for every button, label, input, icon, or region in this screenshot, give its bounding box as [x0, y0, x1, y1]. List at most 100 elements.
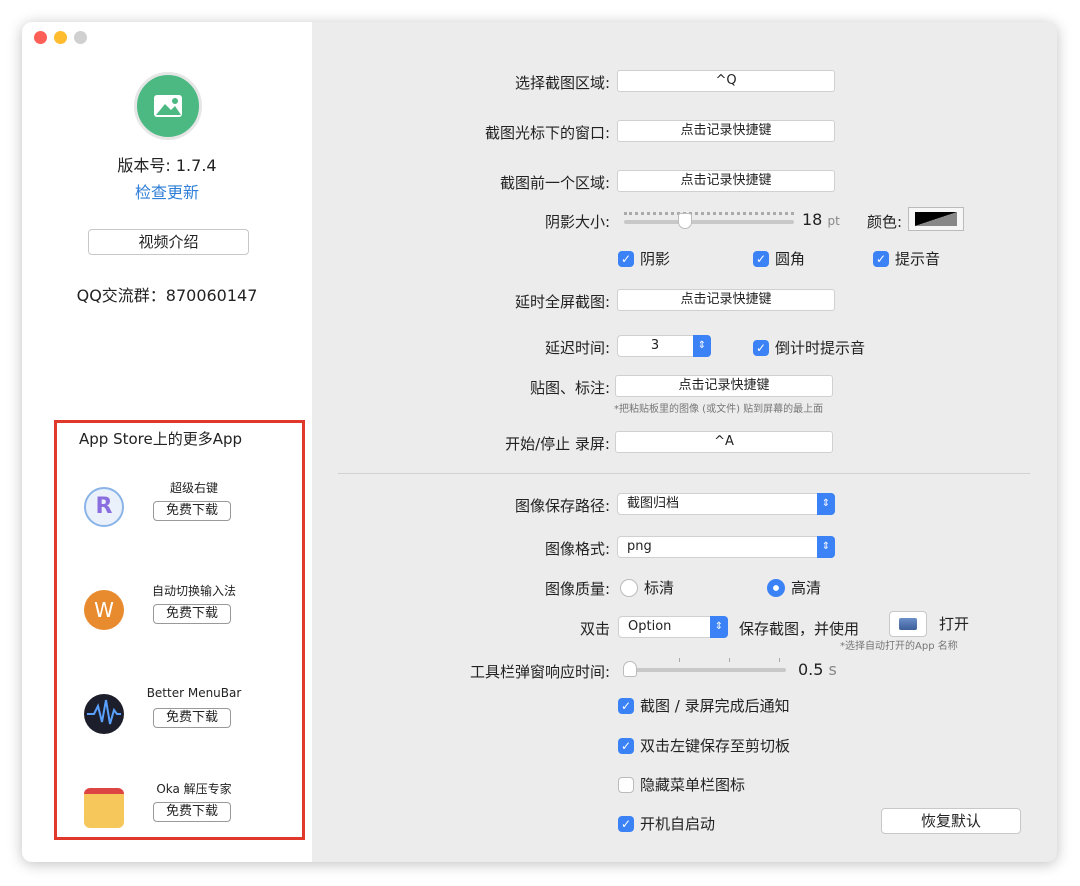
checkbox-label: 阴影 [640, 250, 671, 268]
countdown-sound-checkbox[interactable]: ✓ 倒计时提示音 [753, 337, 865, 358]
zoom-button[interactable] [74, 31, 87, 44]
shadow-size-value: 18 [802, 210, 823, 229]
download-button[interactable]: 免费下载 [153, 501, 231, 521]
copy-clipboard-checkbox[interactable]: ✓ 双击左键保存至剪切板 [618, 735, 790, 756]
download-button[interactable]: 免费下载 [153, 604, 231, 624]
quality-sd-radio[interactable]: 标清 [620, 577, 674, 598]
tick [779, 658, 780, 662]
shadow-checkbox[interactable]: ✓ 阴影 [618, 248, 670, 269]
quality-label: 图像质量: [544, 580, 610, 598]
input-switcher-icon: W [84, 590, 124, 630]
checkbox-label: 提示音 [895, 250, 941, 268]
save-path-label: 图像保存路径: [514, 497, 610, 515]
window-under-cursor-label: 截图光标下的窗口: [484, 124, 610, 142]
radio-label: 标清 [644, 579, 675, 597]
format-value: png [627, 539, 652, 554]
divider [338, 473, 1030, 474]
save-path-select[interactable]: 截图归档 ⇕ [617, 493, 835, 515]
toolbar-delay-label: 工具栏弹窗响应时间: [469, 663, 610, 681]
checkbox-icon: ✓ [618, 737, 634, 754]
stepper-icon: ⇕ [710, 616, 728, 638]
checkbox-label: 隐藏菜单栏图标 [640, 776, 746, 794]
app-item: Oka 解压专家 免费下载 [84, 780, 304, 850]
download-button[interactable]: 免费下载 [153, 708, 231, 728]
shadow-ticks [624, 212, 794, 216]
color-well[interactable] [908, 207, 964, 231]
format-label: 图像格式: [544, 540, 610, 558]
toolbar-delay-unit: s [828, 660, 837, 679]
checkbox-label: 开机自启动 [640, 815, 716, 833]
radio-icon [767, 578, 785, 597]
checkbox-icon: ✓ [618, 815, 634, 832]
pin-note: *把粘贴板里的图像 (或文件) 贴到屏幕的最上面 [614, 404, 824, 415]
version-label: 版本号: 1.7.4 [117, 156, 217, 175]
checkbox-icon: ✓ [753, 339, 769, 356]
double-click-key-value: Option [628, 619, 672, 634]
restore-defaults-button[interactable]: 恢复默认 [881, 808, 1021, 834]
pin-label: 贴图、标注: [529, 379, 610, 397]
app-window: 版本号: 1.7.4 检查更新 视频介绍 QQ交流群：870060147 App… [22, 22, 1057, 862]
pin-shortcut[interactable]: 点击记录快捷键 [615, 375, 833, 397]
app-picker-icon [899, 618, 917, 630]
record-label: 开始/停止 录屏: [505, 435, 610, 453]
delayed-fullscreen-label: 延时全屏截图: [514, 293, 610, 311]
check-update-link[interactable]: 检查更新 [22, 179, 312, 203]
double-click-text: 保存截图，并使用 [739, 620, 860, 638]
checkbox-icon: ✓ [618, 697, 634, 714]
rounded-corner-checkbox[interactable]: ✓ 圆角 [753, 248, 805, 269]
select-area-shortcut[interactable]: ^Q [617, 70, 835, 92]
minimize-button[interactable] [54, 31, 67, 44]
format-select[interactable]: png ⇕ [617, 536, 835, 558]
color-label: 颜色: [867, 213, 903, 231]
double-click-key-select[interactable]: Option ⇕ [618, 616, 728, 638]
oka-unzip-icon [84, 788, 124, 828]
video-intro-button[interactable]: 视频介绍 [88, 229, 249, 255]
download-button[interactable]: 免费下载 [153, 802, 231, 822]
close-button[interactable] [34, 31, 47, 44]
shadow-size-slider[interactable] [624, 220, 794, 224]
sound-checkbox[interactable]: ✓ 提示音 [873, 248, 940, 269]
previous-area-label: 截图前一个区域: [499, 174, 610, 192]
select-area-label: 选择截图区域: [514, 74, 610, 92]
better-menubar-icon [84, 694, 124, 734]
app-item: Better MenuBar 免费下载 [84, 686, 304, 756]
shadow-size-label: 阴影大小: [544, 213, 610, 231]
tick [729, 658, 730, 662]
toolbar-delay-slider[interactable] [624, 668, 786, 672]
double-click-label: 双击 [579, 620, 610, 638]
previous-area-shortcut[interactable]: 点击记录快捷键 [617, 170, 835, 192]
stepper-icon: ⇕ [693, 335, 711, 357]
tick [679, 658, 680, 662]
delay-time-label: 延迟时间: [544, 339, 610, 357]
checkbox-label: 双击左键保存至剪切板 [640, 737, 791, 755]
app-name: 自动切换输入法 [151, 584, 236, 598]
app-item: R 超级右键 免费下载 [84, 479, 304, 549]
delay-time-select[interactable]: 3 ⇕ [617, 335, 711, 357]
choose-app-button[interactable] [889, 611, 927, 637]
shadow-slider-thumb[interactable] [678, 213, 692, 229]
delayed-fullscreen-shortcut[interactable]: 点击记录快捷键 [617, 289, 835, 311]
checkbox-icon: ✓ [873, 250, 889, 267]
checkbox-label: 倒计时提示音 [775, 339, 866, 357]
checkbox-icon: ✓ [618, 250, 634, 267]
toolbar-delay-thumb[interactable] [623, 661, 637, 677]
radio-label: 高清 [791, 579, 822, 597]
quality-hd-radio[interactable]: 高清 [767, 577, 821, 598]
window-under-cursor-shortcut[interactable]: 点击记录快捷键 [617, 120, 835, 142]
app-name: Better MenuBar [146, 686, 242, 700]
app-name: Oka 解压专家 [156, 782, 232, 796]
notify-checkbox[interactable]: ✓ 截图 / 录屏完成后通知 [618, 695, 790, 716]
delay-time-value: 3 [650, 338, 660, 353]
more-apps-title: App Store上的更多App [79, 430, 243, 448]
launch-at-login-checkbox[interactable]: ✓ 开机自启动 [618, 813, 715, 834]
stepper-icon: ⇕ [817, 536, 835, 558]
save-path-value: 截图归档 [627, 496, 680, 511]
checkbox-icon [618, 776, 634, 793]
record-shortcut[interactable]: ^A [615, 431, 833, 453]
double-click-note: *选择自动打开的App 名称 [840, 641, 958, 652]
checkbox-label: 截图 / 录屏完成后通知 [640, 697, 790, 715]
radio-icon [620, 578, 638, 597]
checkbox-icon: ✓ [753, 250, 769, 267]
hide-menubar-icon-checkbox[interactable]: 隐藏菜单栏图标 [618, 774, 745, 795]
super-right-click-icon: R [84, 487, 124, 527]
